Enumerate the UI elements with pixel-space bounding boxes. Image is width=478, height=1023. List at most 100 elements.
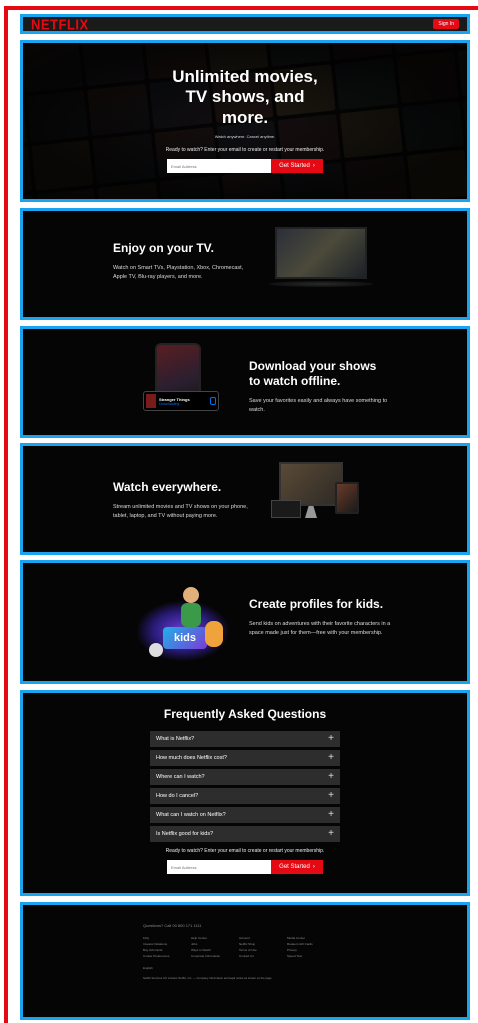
faq-email-input[interactable] — [167, 860, 271, 874]
faq-get-started-button[interactable]: Get Started › — [271, 860, 323, 874]
plus-icon: + — [328, 733, 334, 744]
footer-links: FAQ Help Center Account Media Center Inv… — [143, 936, 467, 958]
plus-icon: + — [328, 809, 334, 820]
hero-title: Unlimited movies, TV shows, and more. — [172, 67, 318, 127]
footer-link[interactable]: Media Center — [287, 936, 335, 940]
faq-cta-text: Ready to watch? Enter your email to crea… — [165, 848, 325, 854]
faq-email-form: Get Started › — [23, 860, 467, 874]
footer-link[interactable]: FAQ — [143, 936, 191, 940]
hero-email-input[interactable] — [167, 159, 271, 174]
faq-item[interactable]: How much does Netflix cost? + — [150, 750, 340, 766]
feature-download-body: Save your favorites easily and always ha… — [249, 398, 388, 413]
faq-question: Is Netflix good for kids? — [156, 831, 214, 837]
faq-item[interactable]: How do I cancel? + — [150, 788, 340, 804]
footer-link[interactable]: Redeem Gift Cards — [287, 942, 335, 946]
footer-link[interactable]: Privacy — [287, 948, 335, 952]
tv-illustration — [269, 227, 373, 297]
poster-tile — [468, 143, 470, 195]
faq-question: What can I watch on Netflix? — [156, 812, 226, 818]
footer-link[interactable]: Investor Relations — [143, 942, 191, 946]
footer-legal-text: Netflix Services UK Limited. Netflix, In… — [143, 976, 273, 980]
devices-illustration — [271, 460, 367, 530]
tablet-image — [335, 482, 359, 514]
header-bar: NETFLIX Sign In — [20, 14, 470, 34]
kid-character-head — [183, 587, 199, 603]
faq-question: How much does Netflix cost? — [156, 755, 227, 761]
hero-cta-text: Ready to watch? Enter your email to crea… — [165, 147, 325, 154]
plus-icon: + — [328, 752, 334, 763]
feature-kids-text: Create profiles for kids. Send kids on a… — [249, 597, 399, 638]
plus-icon: + — [328, 790, 334, 801]
faq-section: Frequently Asked Questions What is Netfl… — [20, 690, 470, 896]
plus-icon: + — [328, 771, 334, 782]
footer-link[interactable]: Contact Us — [239, 954, 287, 958]
hero-content: Unlimited movies, TV shows, and more. Wa… — [23, 43, 467, 199]
footer-link[interactable]: Corporate Information — [191, 954, 239, 958]
page-top-border — [4, 6, 478, 10]
download-card-status: Downloading... — [159, 401, 183, 406]
faq-title: Frequently Asked Questions — [163, 707, 327, 721]
faq-question: What is Netflix? — [156, 736, 195, 742]
footer-link[interactable]: Terms of Use — [239, 948, 287, 952]
footer-phone-question[interactable]: Questions? Call 00 800 171 1111 — [143, 923, 467, 928]
faq-item[interactable]: What can I watch on Netflix? + — [150, 807, 340, 823]
feature-everywhere-section: Watch everywhere. Stream unlimited movie… — [20, 443, 470, 555]
tv-stand — [269, 281, 373, 287]
feature-download-text: Download your shows to watch offline. Sa… — [249, 359, 389, 415]
hero-section: Unlimited movies, TV shows, and more. Wa… — [20, 40, 470, 202]
plus-icon: + — [328, 828, 334, 839]
feature-kids-section: kids Create profiles for kids. Send kids… — [20, 560, 470, 684]
laptop-image — [271, 500, 301, 518]
faq-list: What is Netflix? + How much does Netflix … — [150, 731, 340, 842]
download-thumbnail — [146, 394, 156, 408]
download-progress-icon — [210, 397, 216, 405]
hero-subtitle: Watch anywhere. Cancel anytime. — [214, 134, 276, 140]
feature-download-section: Stranger Things Downloading... Download … — [20, 326, 470, 438]
kid-character-body — [181, 603, 201, 627]
feature-tv-body: Watch on Smart TVs, Playstation, Xbox, C… — [113, 265, 244, 280]
faq-item[interactable]: Is Netflix good for kids? + — [150, 826, 340, 842]
chevron-right-icon: › — [312, 163, 315, 170]
footer-link[interactable]: Ways to Watch — [191, 948, 239, 952]
feature-tv-text: Enjoy on your TV. Watch on Smart TVs, Pl… — [113, 241, 253, 282]
tv-screen — [275, 227, 367, 279]
footer-link[interactable]: Netflix Shop — [239, 942, 287, 946]
page-left-border — [4, 6, 8, 1023]
kids-logo: kids — [163, 627, 207, 649]
download-card: Stranger Things Downloading... — [143, 391, 219, 411]
monitor-stand — [305, 506, 317, 518]
faq-question: How do I cancel? — [156, 793, 199, 799]
chevron-right-icon: › — [312, 864, 315, 870]
footer-content: Questions? Call 00 800 171 1111 FAQ Help… — [23, 905, 467, 980]
faq-item[interactable]: Where can I watch? + — [150, 769, 340, 785]
footer-link[interactable]: Buy Gift Cards — [143, 948, 191, 952]
feature-tv-title: Enjoy on your TV. — [113, 241, 214, 255]
kids-illustration: kids — [133, 577, 233, 671]
get-started-label: Get Started — [279, 163, 310, 170]
feature-kids-body: Send kids on adventures with their favor… — [249, 621, 391, 636]
hero-email-form: Get Started › — [167, 159, 323, 174]
footer-link[interactable]: Speed Test — [287, 954, 335, 958]
feature-download-title: Download your shows to watch offline. — [249, 359, 377, 388]
feature-everywhere-title: Watch everywhere. — [113, 480, 222, 494]
faq-item[interactable]: What is Netflix? + — [150, 731, 340, 747]
footer-link[interactable]: Cookie Preferences — [143, 954, 191, 958]
footer-link[interactable]: Account — [239, 936, 287, 940]
hero-get-started-button[interactable]: Get Started › — [271, 159, 323, 174]
footer-section: Questions? Call 00 800 171 1111 FAQ Help… — [20, 902, 470, 1020]
netflix-logo[interactable]: NETFLIX — [31, 17, 89, 31]
faq-question: Where can I watch? — [156, 774, 205, 780]
feature-tv-section: Enjoy on your TV. Watch on Smart TVs, Pl… — [20, 208, 470, 320]
sign-in-button[interactable]: Sign In — [433, 19, 459, 29]
feature-kids-title: Create profiles for kids. — [249, 597, 384, 611]
footer-link[interactable]: Help Center — [191, 936, 239, 940]
robot-character — [149, 643, 163, 657]
footer-link[interactable]: Jobs — [191, 942, 239, 946]
download-card-title: Stranger Things — [159, 396, 190, 402]
get-started-label: Get Started — [279, 864, 310, 870]
phone-illustration: Stranger Things Downloading... — [141, 343, 221, 429]
feature-everywhere-body: Stream unlimited movies and TV shows on … — [113, 504, 248, 519]
feature-everywhere-text: Watch everywhere. Stream unlimited movie… — [113, 480, 263, 521]
language-selector[interactable]: English — [143, 966, 467, 970]
poster-tile — [20, 47, 22, 99]
